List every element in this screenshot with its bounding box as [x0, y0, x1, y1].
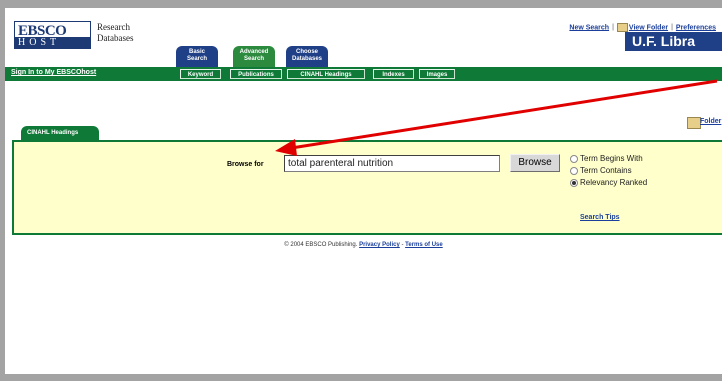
nav-bar: Sign In to My EBSCOhost Keyword Publicat… [5, 67, 722, 81]
browse-input[interactable] [284, 155, 500, 172]
arrow-shaft [284, 79, 718, 151]
radio-relevancy-ranked[interactable]: Relevancy Ranked [570, 178, 647, 187]
browse-panel: Browse for Browse Term Begins With Term … [12, 140, 722, 235]
tab-advanced-search[interactable]: Advanced Search [233, 46, 275, 67]
screenshot-frame: EBSCO HOST Research Databases Basic Searc… [0, 0, 722, 381]
footer: © 2004 EBSCO Publishing. Privacy Policy … [284, 242, 443, 248]
radio-unchecked-icon[interactable] [570, 166, 578, 175]
tab-basic-search[interactable]: Basic Search [176, 46, 218, 67]
library-banner: U.F. Libra [625, 32, 722, 51]
cinahl-headings-tab[interactable]: CINAHL Headings [21, 126, 99, 140]
radio-term-begins-with[interactable]: Term Begins With [570, 154, 643, 163]
radio-unchecked-icon[interactable] [570, 154, 578, 163]
new-search-link[interactable]: New Search [569, 24, 609, 31]
preferences-link[interactable]: Preferences [676, 24, 716, 31]
logo-bottom-text: HOST [18, 37, 61, 48]
search-tips-link[interactable]: Search Tips [580, 214, 620, 221]
terms-of-use-link[interactable]: Terms of Use [405, 242, 443, 248]
privacy-policy-link[interactable]: Privacy Policy [359, 242, 400, 248]
folder-icon[interactable] [687, 117, 701, 129]
copyright-text: © 2004 EBSCO Publishing. [284, 242, 358, 248]
radio-term-contains[interactable]: Term Contains [570, 166, 632, 175]
view-folder-link[interactable]: View Folder [629, 24, 668, 31]
nav-indexes-button[interactable]: Indexes [373, 69, 414, 79]
folder-link[interactable]: Folder [700, 118, 721, 125]
sign-in-link[interactable]: Sign In to My EBSCOhost [11, 69, 96, 76]
nav-cinahl-headings-button[interactable]: CINAHL Headings [287, 69, 365, 79]
top-links: New Search | View Folder | Preferences [569, 23, 716, 32]
nav-images-button[interactable]: Images [419, 69, 455, 79]
ebsco-host-logo[interactable]: EBSCO HOST [14, 21, 91, 49]
folder-icon [616, 23, 628, 32]
nav-publications-button[interactable]: Publications [230, 69, 282, 79]
research-databases-text: Research Databases [97, 22, 134, 43]
radio-checked-icon[interactable] [570, 178, 578, 187]
browse-for-label: Browse for [227, 161, 264, 168]
browser-viewport: EBSCO HOST Research Databases Basic Searc… [5, 8, 722, 374]
nav-keyword-button[interactable]: Keyword [180, 69, 221, 79]
tab-choose-databases[interactable]: Choose Databases [286, 46, 328, 67]
browse-button[interactable]: Browse [510, 154, 560, 172]
